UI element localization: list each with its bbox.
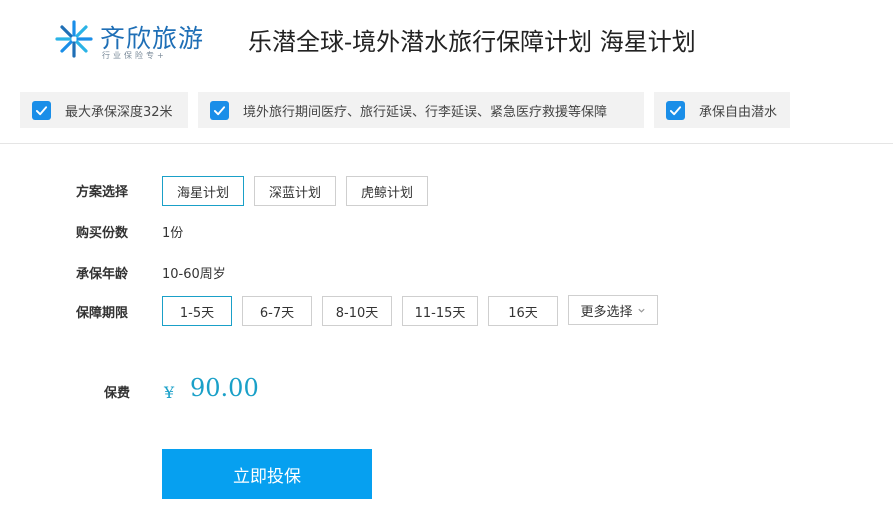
plan-row: 方案选择 海星计划 深蓝计划 虎鲸计划: [0, 174, 893, 206]
feature-label: 最大承保深度32米: [65, 104, 173, 120]
feature-label: 境外旅行期间医疗、旅行延误、行李延误、紧急医疗救援等保障: [243, 104, 608, 120]
premium-label: 保费: [104, 386, 131, 401]
period-option-11-15[interactable]: 11-15天: [402, 296, 478, 326]
divider: [0, 143, 893, 144]
premium-currency: ¥: [164, 383, 175, 402]
buy-now-button[interactable]: 立即投保: [162, 449, 372, 499]
plan-option-orca[interactable]: 虎鲸计划: [346, 176, 428, 206]
plan-label: 方案选择: [76, 185, 129, 200]
period-label: 保障期限: [76, 306, 129, 321]
feature-list: 最大承保深度32米 境外旅行期间医疗、旅行延误、行李延误、紧急医疗救援等保障 承…: [20, 92, 893, 128]
more-options-dropdown[interactable]: 更多选择: [568, 295, 658, 325]
checkbox-checked-icon[interactable]: [32, 100, 51, 120]
more-options-label: 更多选择: [580, 304, 633, 320]
brand-tagline: 行业保险专+: [102, 51, 167, 60]
period-row: 保障期限 1-5天 6-7天 8-10天 11-15天 16天 更多选择: [0, 294, 893, 326]
age-value: 10-60周岁: [162, 267, 226, 282]
checkbox-checked-icon[interactable]: [210, 100, 229, 120]
plan-option-starfish[interactable]: 海星计划: [162, 176, 244, 206]
quantity-row: 购买份数 1份: [0, 220, 893, 252]
plan-option-deepblue[interactable]: 深蓝计划: [254, 176, 336, 206]
feature-item-depth: 最大承保深度32米: [20, 92, 188, 128]
quantity-value: 1份: [162, 226, 184, 241]
period-option-6-7[interactable]: 6-7天: [242, 296, 312, 326]
brand-logo[interactable]: 齐欣旅游 行业保险专+: [54, 19, 203, 63]
feature-item-freediving: 承保自由潜水: [654, 92, 790, 128]
feature-label: 承保自由潜水: [699, 104, 778, 120]
chevron-down-icon: [637, 308, 645, 313]
checkbox-checked-icon[interactable]: [666, 100, 685, 120]
quantity-label: 购买份数: [76, 226, 129, 241]
snowflake-logo-icon: [55, 20, 93, 58]
period-option-1-5[interactable]: 1-5天: [162, 296, 232, 326]
page-title: 乐潜全球-境外潜水旅行保障计划 海星计划: [248, 28, 696, 56]
header: 齐欣旅游 行业保险专+ 乐潜全球-境外潜水旅行保障计划 海星计划: [0, 0, 893, 80]
period-option-8-10[interactable]: 8-10天: [322, 296, 392, 326]
period-option-16[interactable]: 16天: [488, 296, 558, 326]
premium-amount: 90.00: [190, 374, 259, 402]
age-label: 承保年龄: [76, 267, 129, 282]
age-row: 承保年龄 10-60周岁: [0, 261, 893, 293]
feature-item-coverage: 境外旅行期间医疗、旅行延误、行李延误、紧急医疗救援等保障: [198, 92, 644, 128]
